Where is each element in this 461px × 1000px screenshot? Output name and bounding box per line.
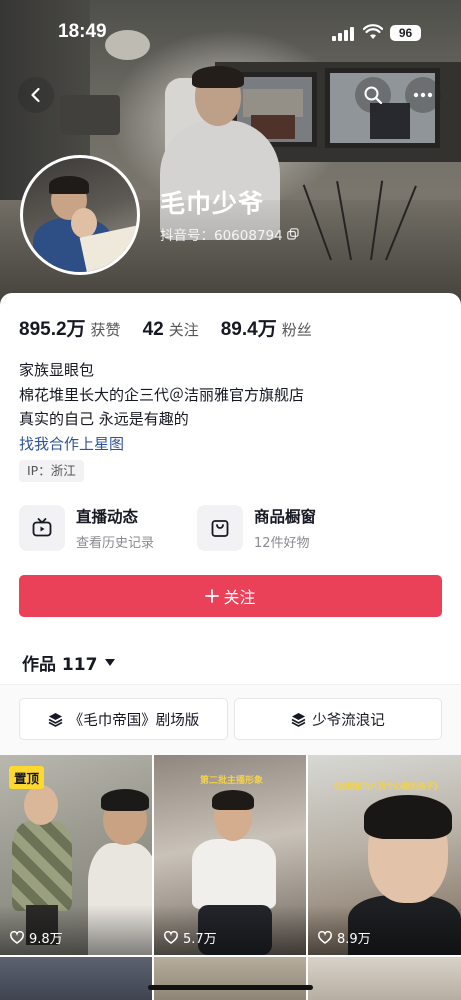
followers-count[interactable]: 89.4万 xyxy=(221,314,277,341)
video-likes-count: 5.7万 xyxy=(183,932,217,947)
more-dots-icon xyxy=(413,92,433,98)
video-caption: 第二批主播形象 xyxy=(200,776,264,786)
likes-label: 获赞 xyxy=(90,321,121,339)
profile-stats: 895.2万 获赞 42 关注 89.4万 粉丝 xyxy=(19,314,334,341)
douyin-id[interactable]: 抖音号：60608794 xyxy=(160,224,299,244)
ip-location-tag: IP：浙江 xyxy=(19,460,84,482)
video-likes-count: 8.9万 xyxy=(337,932,371,947)
bio-line: 真实的自己 永远是有趣的 xyxy=(19,410,189,428)
home-indicator[interactable] xyxy=(148,985,313,990)
collection-label: 《毛巾帝国》剧场版 xyxy=(68,712,200,729)
product-showcase-subtitle: 12件好物 xyxy=(254,536,310,551)
video-likes: 9.8万 xyxy=(10,928,63,947)
profile-bio: 家族显眼包 棉花堆里长大的企三代＠洁丽雅官方旗舰店 真实的自己 永远是有趣的 找… xyxy=(19,358,304,456)
video-likes: 8.9万 xyxy=(318,928,371,947)
video-thumbnail[interactable] xyxy=(154,957,306,1000)
heart-icon xyxy=(164,931,178,944)
layers-icon xyxy=(291,712,306,727)
search-icon xyxy=(364,86,383,105)
following-label[interactable]: 关注 xyxy=(169,319,199,340)
video-thumbnail[interactable] xyxy=(0,957,152,1000)
live-history-title: 直播动态 xyxy=(76,508,139,526)
back-button[interactable] xyxy=(18,77,54,113)
heart-icon xyxy=(10,931,24,944)
more-options-button[interactable] xyxy=(405,77,441,113)
pinned-badge: 置顶 xyxy=(9,766,45,789)
product-showcase-entry[interactable]: 商品橱窗 12件好物 xyxy=(197,503,316,553)
video-thumbnail[interactable]: 《总裁和他八百个心眼的孩子》 8.9万 xyxy=(308,755,461,955)
wifi-icon xyxy=(363,24,383,39)
follow-button[interactable]: 关注 xyxy=(19,575,442,617)
caret-down-icon xyxy=(105,659,116,666)
battery-indicator: 96 xyxy=(390,25,421,41)
profile-name: 毛巾少爷 xyxy=(160,189,265,218)
live-history-subtitle: 查看历史记录 xyxy=(76,536,155,551)
video-thumbnail[interactable]: 置顶 9.8万 xyxy=(0,755,152,955)
collection-button[interactable]: 少爷流浪记 xyxy=(234,698,442,740)
signal-icon xyxy=(332,25,354,41)
video-likes-count: 9.8万 xyxy=(29,932,63,947)
status-time: 18:49 xyxy=(58,21,107,42)
collection-button[interactable]: 《毛巾帝国》剧场版 xyxy=(19,698,228,740)
search-button[interactable] xyxy=(355,77,391,113)
follow-button-label: 关注 xyxy=(223,588,256,607)
status-bar: 18:49 96 xyxy=(0,0,461,50)
avatar[interactable] xyxy=(20,155,140,275)
live-history-entry[interactable]: 直播动态 查看历史记录 xyxy=(19,503,154,553)
video-likes: 5.7万 xyxy=(164,928,217,947)
copy-icon[interactable] xyxy=(286,228,299,240)
works-tab-label: 作品 117 xyxy=(22,655,98,675)
collection-label: 少爷流浪记 xyxy=(312,712,385,729)
following-count[interactable]: 42 xyxy=(143,319,164,341)
video-thumbnail[interactable]: 第二批主播形象 5.7万 xyxy=(154,755,306,955)
product-showcase-title: 商品橱窗 xyxy=(254,508,317,526)
layers-icon xyxy=(48,712,63,727)
bag-icon xyxy=(197,505,243,551)
business-cooperation-link[interactable]: 找我合作上星图 xyxy=(19,432,304,457)
chevron-left-icon xyxy=(31,87,40,103)
bio-line: 棉花堆里长大的企三代＠洁丽雅官方旗舰店 xyxy=(19,385,305,404)
douyin-id-text: 抖音号：60608794 xyxy=(160,228,283,244)
works-tab[interactable]: 作品 117 xyxy=(22,650,116,675)
tv-icon xyxy=(19,505,65,551)
bio-line: 家族显眼包 xyxy=(19,361,95,379)
video-thumbnail[interactable] xyxy=(308,957,461,1000)
followers-label[interactable]: 粉丝 xyxy=(282,319,312,340)
heart-icon xyxy=(318,931,332,944)
video-caption: 《总裁和他八百个心眼的孩子》 xyxy=(330,782,442,791)
likes-count: 895.2万 xyxy=(19,319,86,340)
plus-icon xyxy=(205,589,220,603)
